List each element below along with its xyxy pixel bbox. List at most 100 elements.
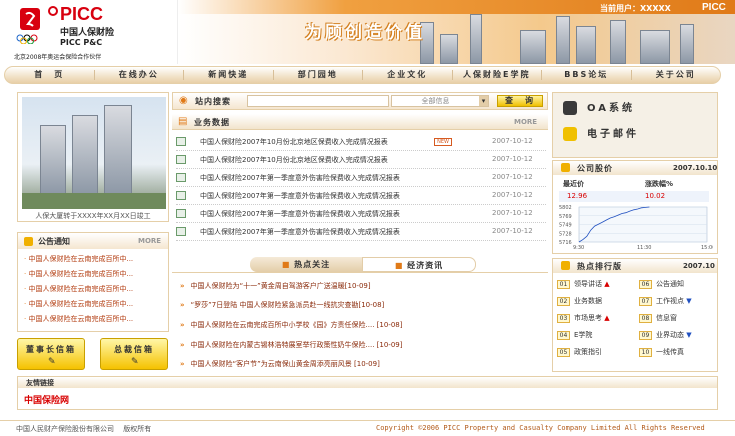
banner-building [556, 16, 570, 64]
rank-item[interactable]: 07 工作视点 ▼ [639, 296, 719, 310]
chart-y-tick: 5802 [559, 205, 572, 211]
chart-x-tick: 9:30 [573, 245, 584, 251]
tab-economic-news[interactable]: ■ 经济资讯 [362, 257, 476, 272]
rank-label: 市场思考 [574, 314, 602, 322]
company-name-cn: 中国人保财险 [60, 28, 115, 38]
news-title: 中国人保财险在内蒙古锡林浩特展室举行政策性奶牛保险.... [10-09] [190, 341, 403, 349]
photo-ground [22, 193, 166, 209]
nav-culture[interactable]: 企业文化 [363, 70, 453, 80]
logo-area[interactable]: PICC 中国人保财险 PICC P&C 北京2008年奥运会保险合作伙伴 [0, 0, 178, 64]
news-item[interactable]: » 中国人保财险“客户节”为云南保山黄金周添亮丽风景 [10-09] [180, 359, 540, 369]
stock-title: 公司股价 [577, 164, 613, 173]
rank-label: 业界动态 [656, 331, 684, 339]
chairman-mailbox-button[interactable]: 董事长信箱 ✎ [17, 338, 85, 370]
rank-item[interactable]: 10 一线传真 [639, 347, 719, 361]
china-insurance-link[interactable]: 中国保险网 [24, 393, 69, 406]
notice-title: 公告通知 [38, 237, 70, 246]
biz-row[interactable]: 中国人保财险2007年10月份北京地区保费收入完成情况报表 NEW 2007-1… [176, 133, 546, 151]
arrow-icon: » [180, 341, 185, 349]
rank-item[interactable]: 03 市场思考 ▲ [557, 313, 637, 327]
oa-system-link[interactable]: OA系统 [563, 99, 683, 121]
search-scope-value: 全部信息 [421, 97, 450, 105]
news-item[interactable]: » “罗莎”7日登陆 中国人保财险紧急派员赴一线抗灾查勘[10-08] [180, 300, 540, 310]
stock-values-row: 12.96 10.02 [559, 191, 709, 202]
rank-label: 业务数据 [574, 297, 602, 305]
nav-online-office[interactable]: 在线办公 [95, 70, 184, 80]
nav-bbs[interactable]: BBS论坛 [542, 70, 632, 80]
biz-row[interactable]: 中国人保财险2007年第一季度意外伤害险保费收入完成情况报表 2007-10-1… [176, 169, 546, 187]
new-badge: NEW [434, 138, 452, 146]
nav-news[interactable]: 新闻快递 [184, 70, 274, 80]
rank-number: 05 [557, 348, 570, 357]
report-icon [176, 209, 186, 218]
news-item[interactable]: » 中国人保财险在云南完成百所中小学校《园》方责任保险.... [10-08] [180, 320, 540, 330]
main-nav: 首 页 在线办公 新闻快递 部门园地 企业文化 人保财险E学院 BBS论坛 关于… [4, 66, 721, 84]
trend-down-icon: ▼ [684, 297, 692, 305]
rank-item[interactable]: 02 业务数据 [557, 296, 637, 310]
news-tabs: ■ 热点关注 ■ 经济资讯 [250, 257, 476, 272]
search-input[interactable] [247, 95, 389, 107]
news-item[interactable]: » 中国人保财险在内蒙古锡林浩特展室举行政策性奶牛保险.... [10-09] [180, 340, 540, 350]
chairman-mailbox-label: 董事长信箱 [26, 345, 76, 354]
biz-row-title: 中国人保财险2007年第一季度意外伤害险保费收入完成情况报表 [200, 228, 400, 236]
change-label: 涨跌幅% [645, 180, 674, 188]
friend-links-panel: 友情链接 中国保险网 [17, 376, 718, 410]
notice-item[interactable]: · 中国人保财险在云南完成百所中... [24, 299, 164, 309]
rank-item[interactable]: 04 E学院 [557, 330, 637, 344]
biz-row[interactable]: 中国人保财险2007年第一季度意外伤害险保费收入完成情况报表 2007-10-1… [176, 223, 546, 241]
nav-home[interactable]: 首 页 [5, 70, 95, 80]
email-link[interactable]: 电子邮件 [563, 125, 683, 147]
banner-building [470, 14, 482, 64]
pen-icon: ✎ [131, 357, 139, 367]
rank-label: 工作视点 [656, 297, 684, 305]
nav-about[interactable]: 关于公司 [632, 70, 721, 80]
notice-item[interactable]: · 中国人保财险在云南完成百所中... [24, 314, 164, 324]
banner-building [640, 30, 670, 64]
notice-more-link[interactable]: MORE [138, 237, 161, 245]
rank-list: 01 领导讲话 ▲ 06 公告通知 02 业务数据 07 工作视点 ▼ 03 市场思考 ▲ 08 信息… [557, 279, 717, 369]
notice-item[interactable]: · 中国人保财险在云南完成百所中... [24, 269, 164, 279]
stock-date: 2007.10.10 [673, 164, 718, 172]
rank-item[interactable]: 06 公告通知 [639, 279, 719, 293]
gm-mailbox-button[interactable]: 总裁信箱 ✎ [100, 338, 168, 370]
stock-chart: 5802 5769 5749 5728 57169:30 11:30 15:00 [559, 205, 713, 251]
search-title: 站内搜索 [195, 97, 231, 106]
notice-item[interactable]: · 中国人保财险在云南完成百所中... [24, 254, 164, 264]
report-icon [176, 173, 186, 182]
notice-item[interactable]: · 中国人保财险在云南完成百所中... [24, 284, 164, 294]
document-icon: ▤ [178, 116, 188, 127]
chevron-down-icon: ▾ [479, 96, 488, 106]
mail-icon [563, 127, 577, 141]
rank-number: 03 [557, 314, 570, 323]
photo-tower [72, 115, 98, 195]
corner-logo: PICC [702, 2, 726, 13]
search-button[interactable]: 查 询 [497, 95, 543, 107]
header: 为顾创造价值 当前用户：XXXXX PICC PICC 中国人保财险 PICC … [0, 0, 735, 64]
search-scope-select[interactable]: 全部信息 ▾ [391, 95, 489, 107]
rank-item[interactable]: 05 政策指引 [557, 347, 637, 361]
biz-row[interactable]: 中国人保财险2007年第一季度意外伤害险保费收入完成情况报表 2007-10-1… [176, 205, 546, 223]
biz-row[interactable]: 中国人保财险2007年第一季度意外伤害险保费收入完成情况报表 2007-10-1… [176, 187, 546, 205]
biz-more-link[interactable]: MORE [514, 118, 537, 126]
news-item[interactable]: » 中国人保财险为“十一”黄金周自驾游客户广送温暖[10-09] [180, 281, 540, 291]
rank-item[interactable]: 09 业界动态 ▼ [639, 330, 719, 344]
banner-slogan: 为顾创造价值 [305, 23, 425, 43]
arrow-icon: » [180, 360, 185, 368]
nav-departments[interactable]: 部门园地 [274, 70, 363, 80]
rank-title: 热点排行版 [577, 262, 622, 271]
stock-icon [561, 163, 570, 172]
latest-price-value: 12.96 [567, 192, 588, 200]
report-icon [176, 191, 186, 200]
trend-down-icon: ▼ [684, 331, 692, 339]
tab-hot-topics[interactable]: ■ 热点关注 [250, 257, 362, 272]
biz-row[interactable]: 中国人保财险2007年10月份北京地区保费收入完成情况报表 2007-10-12 [176, 151, 546, 169]
bullet-icon: ■ [394, 261, 404, 270]
building-photo [22, 97, 166, 209]
rank-label: E学院 [574, 331, 593, 339]
nav-e-college[interactable]: 人保财险E学院 [453, 70, 542, 80]
news-title: 中国人保财险在云南完成百所中小学校《园》方责任保险.... [10-08] [190, 321, 403, 329]
stock-panel: 公司股价 2007.10.10 最近价 涨跌幅% 12.96 10.02 580… [552, 160, 718, 254]
rank-item[interactable]: 08 信息窗 [639, 313, 719, 327]
news-title: “罗莎”7日登陆 中国人保财险紧急派员赴一线抗灾查勘[10-08] [190, 301, 385, 309]
rank-item[interactable]: 01 领导讲话 ▲ [557, 279, 637, 293]
